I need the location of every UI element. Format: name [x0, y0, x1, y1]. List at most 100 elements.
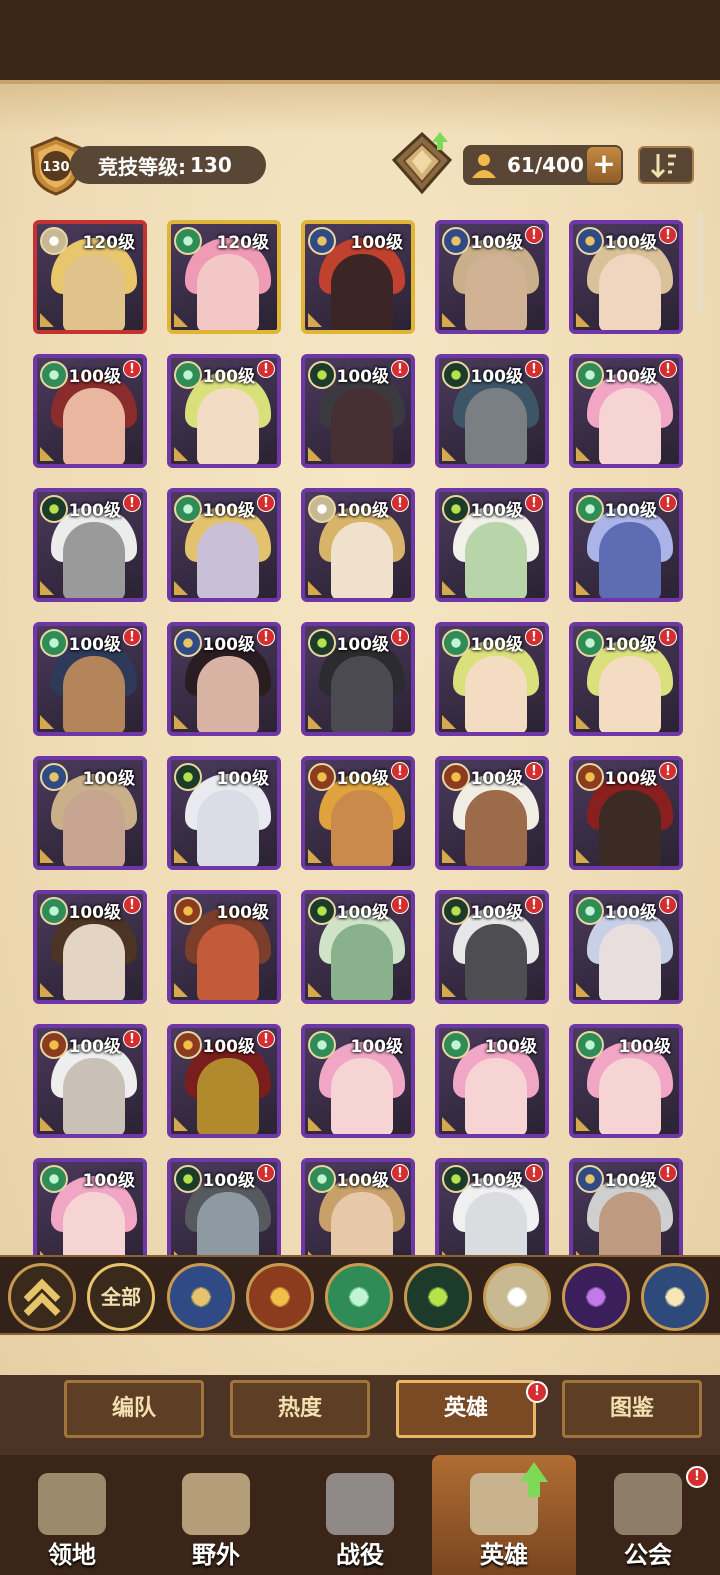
hero-card[interactable]: 100级! [569, 622, 683, 736]
graveborn-faction-icon [174, 1165, 202, 1193]
hero-card[interactable]: 100级! [301, 622, 415, 736]
hero-portrait [465, 254, 527, 330]
frame-corner-ornament [40, 447, 54, 461]
filter-all-button[interactable]: 全部 [87, 1263, 155, 1331]
filter-dimensional-button[interactable] [641, 1263, 709, 1331]
hero-portrait [465, 1058, 527, 1134]
hero-portrait [599, 1192, 661, 1255]
hero-card[interactable]: 100级! [33, 1024, 147, 1138]
hero-level: 100级 [470, 635, 524, 655]
hero-card[interactable]: 120级 [167, 220, 281, 334]
nav-item-1[interactable]: 野外 [144, 1455, 288, 1575]
hero-alert-badge: ! [391, 628, 409, 646]
hero-card[interactable]: 100级! [569, 890, 683, 1004]
graveborn-faction-icon [174, 763, 202, 791]
hero-card[interactable]: 100级! [435, 1158, 549, 1255]
collapse-filter-button[interactable] [8, 1263, 76, 1331]
hero-portrait [599, 388, 661, 464]
hero-card[interactable]: 100级! [569, 488, 683, 602]
tab-0[interactable]: 编队 [64, 1380, 204, 1438]
hero-card[interactable]: 100级! [435, 354, 549, 468]
hero-card[interactable]: 100级 [435, 1024, 549, 1138]
hero-card[interactable]: 100级! [569, 354, 683, 468]
hero-alert-badge: ! [659, 494, 677, 512]
filter-celestial-button[interactable] [483, 1263, 551, 1331]
hero-card[interactable]: 100级 [569, 1024, 683, 1138]
grid-scrollbar[interactable] [697, 212, 703, 312]
hero-portrait [331, 656, 393, 732]
hero-card[interactable]: 100级! [301, 890, 415, 1004]
tab-3[interactable]: 图鉴 [562, 1380, 702, 1438]
graveborn-faction-icon [442, 361, 470, 389]
hero-card[interactable]: 100级! [33, 488, 147, 602]
hero-card[interactable]: 120级 [33, 220, 147, 334]
nav-item-3[interactable]: 英雄 [432, 1455, 576, 1575]
lightbearer-faction-icon [40, 763, 68, 791]
hero-alert-badge: ! [525, 762, 543, 780]
hero-alert-badge: ! [391, 1164, 409, 1182]
hero-card[interactable]: 100级! [569, 1158, 683, 1255]
hero-level: 100级 [68, 635, 122, 655]
hero-alert-badge: ! [391, 494, 409, 512]
frame-corner-ornament [174, 849, 188, 863]
hero-card[interactable]: 100级! [301, 354, 415, 468]
hero-card[interactable]: 100级! [167, 1158, 281, 1255]
nav-item-0[interactable]: 领地 [0, 1455, 144, 1575]
nav-item-2[interactable]: 战役 [288, 1455, 432, 1575]
hero-card[interactable]: 100级 [33, 756, 147, 870]
hero-card[interactable]: 100级! [435, 756, 549, 870]
tab-1[interactable]: 热度 [230, 1380, 370, 1438]
hero-card[interactable]: 100级! [435, 488, 549, 602]
hero-card[interactable]: 100级! [301, 1158, 415, 1255]
upgrade-arrow-stem [528, 1481, 540, 1497]
celestial-faction-icon [40, 227, 68, 255]
rank-value: 130 [190, 153, 232, 177]
hero-card[interactable]: 100级 [301, 1024, 415, 1138]
filter-mauler-button[interactable] [246, 1263, 314, 1331]
hero-card[interactable]: 100级! [569, 220, 683, 334]
hero-card[interactable]: 100级! [167, 622, 281, 736]
hero-alert-badge: ! [525, 896, 543, 914]
graveborn-faction-icon [40, 495, 68, 523]
hero-card[interactable]: 100级 [167, 756, 281, 870]
hero-portrait [331, 790, 393, 866]
hero-card[interactable]: 100级! [435, 890, 549, 1004]
filter-lightbearer-button[interactable] [167, 1263, 235, 1331]
filter-graveborn-button[interactable] [404, 1263, 472, 1331]
hero-card[interactable]: 100级! [33, 354, 147, 468]
frame-corner-ornament [40, 715, 54, 729]
filter-hypogean-button[interactable] [562, 1263, 630, 1331]
hero-grid: 120级 120级 100级 100级! 100级! 100级! 100级! 100级! 100… [0, 210, 720, 1255]
hero-card[interactable]: 100级! [301, 488, 415, 602]
hero-card[interactable]: 100级! [569, 756, 683, 870]
hero-card[interactable]: 100级! [167, 354, 281, 468]
filter-wilder-button[interactable] [325, 1263, 393, 1331]
hero-alert-badge: ! [391, 762, 409, 780]
frame-corner-ornament [174, 447, 188, 461]
hero-card[interactable]: 100级! [167, 1024, 281, 1138]
frame-corner-ornament [40, 849, 54, 863]
hero-card[interactable]: 100级! [435, 220, 549, 334]
hero-card[interactable]: 100级! [301, 756, 415, 870]
frame-corner-ornament [40, 983, 54, 997]
hero-card[interactable]: 100级 [167, 890, 281, 1004]
hero-card[interactable]: 100级! [435, 622, 549, 736]
hero-level: 100级 [470, 769, 524, 789]
hero-alert-badge: ! [257, 1164, 275, 1182]
hero-alert-badge: ! [257, 628, 275, 646]
hero-level: 100级 [68, 903, 122, 923]
frame-corner-ornament [174, 983, 188, 997]
tab-2[interactable]: 英雄 [396, 1380, 536, 1438]
add-capacity-button[interactable]: + [587, 147, 621, 183]
hero-alert-badge: ! [123, 360, 141, 378]
hero-card[interactable]: 100级 [301, 220, 415, 334]
sort-button[interactable] [638, 146, 694, 184]
hero-card[interactable]: 100级! [33, 890, 147, 1004]
hero-card[interactable]: 100级! [167, 488, 281, 602]
hero-level: 100级 [350, 1037, 404, 1057]
hero-alert-badge: ! [525, 226, 543, 244]
hero-card[interactable]: 100级 [33, 1158, 147, 1255]
hero-card[interactable]: 100级! [33, 622, 147, 736]
hero-emblem-icon[interactable] [388, 130, 456, 196]
mauler-faction-icon [174, 1031, 202, 1059]
